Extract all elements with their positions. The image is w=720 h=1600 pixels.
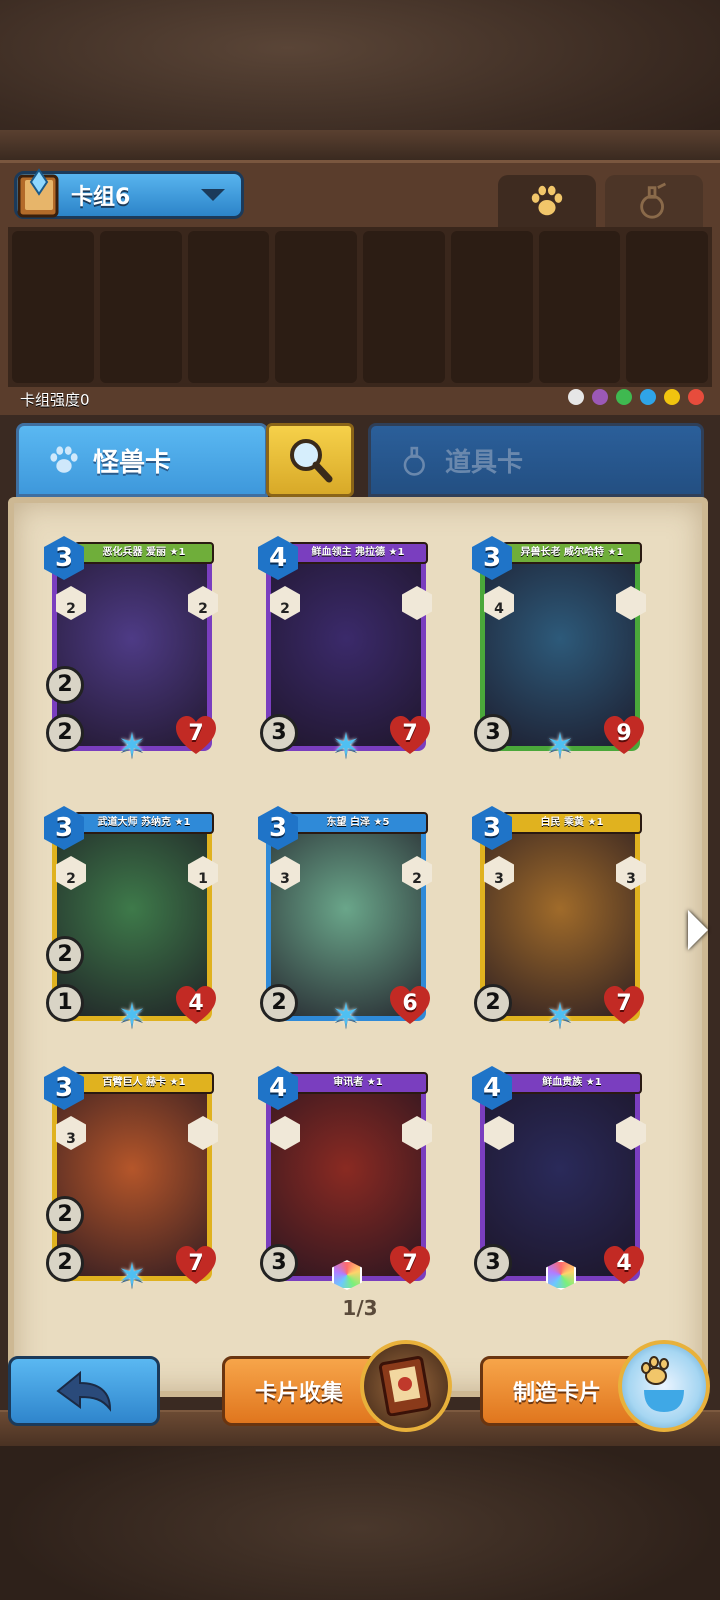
card-speed: 2 xyxy=(46,666,84,704)
deck-strength: 卡组强度0 xyxy=(20,391,90,409)
card-name: 鲜血领主 弗拉德 ★1 xyxy=(288,542,428,564)
deck-slots xyxy=(8,227,712,387)
card-name: 武道大师 苏纳克 ★1 xyxy=(74,812,214,834)
card-name: 恶化兵器 爱丽 ★1 xyxy=(74,542,214,564)
monster-card[interactable]: 异兽长老 威尔哈特 ★1 3 4 3 9 ✶ xyxy=(472,536,646,766)
craft-card-label: 制造卡片 xyxy=(513,1381,602,1406)
tab-deck-item[interactable] xyxy=(605,175,703,227)
next-page-arrow[interactable] xyxy=(688,910,708,950)
card-attack: 2 xyxy=(46,1244,84,1282)
card-name: 异兽长老 威尔哈特 ★1 xyxy=(502,542,642,564)
card-attack: 2 xyxy=(260,984,298,1022)
card-attack: 2 xyxy=(46,714,84,752)
card-collection-label: 卡片收集 xyxy=(255,1381,344,1406)
card-attack: 3 xyxy=(474,714,512,752)
card-attack: 3 xyxy=(474,1244,512,1282)
element-icon xyxy=(592,389,608,405)
card-attack: 1 xyxy=(46,984,84,1022)
back-arrow-icon xyxy=(56,1370,112,1412)
card-attack: 3 xyxy=(260,714,298,752)
star-icon: ✶ xyxy=(117,1256,147,1296)
card-name: 百臂巨人 赫卡 ★1 xyxy=(74,1072,214,1094)
bottom-background xyxy=(0,1420,720,1600)
card-speed: 2 xyxy=(46,1196,84,1234)
card-book-icon xyxy=(378,1356,432,1416)
monster-card[interactable]: 武道大师 苏纳克 ★1 3 2 1 2 1 4 ✶ xyxy=(44,806,218,1036)
element-icon xyxy=(640,389,656,405)
top-background xyxy=(0,0,720,160)
card-name: 东望 白泽 ★5 xyxy=(288,812,428,834)
book-icon xyxy=(17,168,59,218)
element-icon xyxy=(616,389,632,405)
monster-card[interactable]: 百臂巨人 赫卡 ★1 3 3 2 2 7 ✶ xyxy=(44,1066,218,1296)
tab-deck-monster[interactable] xyxy=(498,175,596,227)
card-attack: 3 xyxy=(260,1244,298,1282)
star-icon: ✶ xyxy=(117,996,147,1036)
tab-item-cards[interactable]: 道具卡 xyxy=(368,423,704,497)
back-button[interactable] xyxy=(8,1356,160,1426)
element-icons xyxy=(568,389,704,405)
star-icon: ✶ xyxy=(545,996,575,1036)
craft-potion-icon[interactable] xyxy=(618,1340,710,1432)
tab-monster-cards[interactable]: 怪兽卡 xyxy=(16,423,268,497)
deck-slot[interactable] xyxy=(363,231,445,383)
deck-slot[interactable] xyxy=(626,231,708,383)
card-album-icon[interactable] xyxy=(360,1340,452,1432)
tab-item-label: 道具卡 xyxy=(445,447,524,478)
chevron-down-icon xyxy=(201,189,225,201)
search-button[interactable] xyxy=(266,423,354,497)
page-indicator: 1/3 xyxy=(342,1296,378,1320)
monster-card[interactable]: 恶化兵器 爱丽 ★1 3 2 2 2 2 7 ✶ xyxy=(44,536,218,766)
star-icon: ✶ xyxy=(545,726,575,766)
paw-icon xyxy=(531,185,563,216)
star-icon: ✶ xyxy=(331,996,361,1036)
deck-slot[interactable] xyxy=(275,231,357,383)
element-icon xyxy=(688,389,704,405)
star-icon: ✶ xyxy=(117,726,147,766)
deck-slot[interactable] xyxy=(450,231,533,383)
deck-selector-dropdown[interactable]: 卡组6 xyxy=(14,168,244,219)
search-icon xyxy=(290,439,333,483)
card-name: 鲜血贵族 ★1 xyxy=(502,1072,642,1094)
star-icon: ✶ xyxy=(331,726,361,766)
deck-slot[interactable] xyxy=(187,231,270,383)
card-name: 审讯者 ★1 xyxy=(288,1072,428,1094)
paw-jar-icon xyxy=(641,1356,684,1412)
paw-icon xyxy=(50,446,78,473)
card-attack: 2 xyxy=(474,984,512,1022)
potion-icon xyxy=(403,446,425,476)
element-icon xyxy=(568,389,584,405)
card-speed: 2 xyxy=(46,936,84,974)
deck-name: 卡组6 xyxy=(71,185,131,210)
deck-slot[interactable] xyxy=(538,231,621,383)
card-name: 白民 乘黄 ★1 xyxy=(502,812,642,834)
monster-card[interactable]: 审讯者 ★1 4 3 7 xyxy=(258,1066,432,1294)
deck-slot[interactable] xyxy=(12,231,94,383)
monster-card[interactable]: 白民 乘黄 ★1 3 3 3 2 7 ✶ xyxy=(472,806,646,1036)
potion-icon xyxy=(640,182,667,219)
tab-monster-label: 怪兽卡 xyxy=(93,447,172,478)
monster-card[interactable]: 鲜血贵族 ★1 4 3 4 xyxy=(472,1066,646,1294)
deck-slot[interactable] xyxy=(99,231,182,383)
monster-card[interactable]: 鲜血领主 弗拉德 ★1 4 2 3 7 ✶ xyxy=(258,536,432,766)
deck-panel: 卡组6 卡组强度0 xyxy=(0,160,720,415)
element-icon xyxy=(664,389,680,405)
monster-card[interactable]: 东望 白泽 ★5 3 3 2 2 6 ✶ xyxy=(258,806,432,1036)
